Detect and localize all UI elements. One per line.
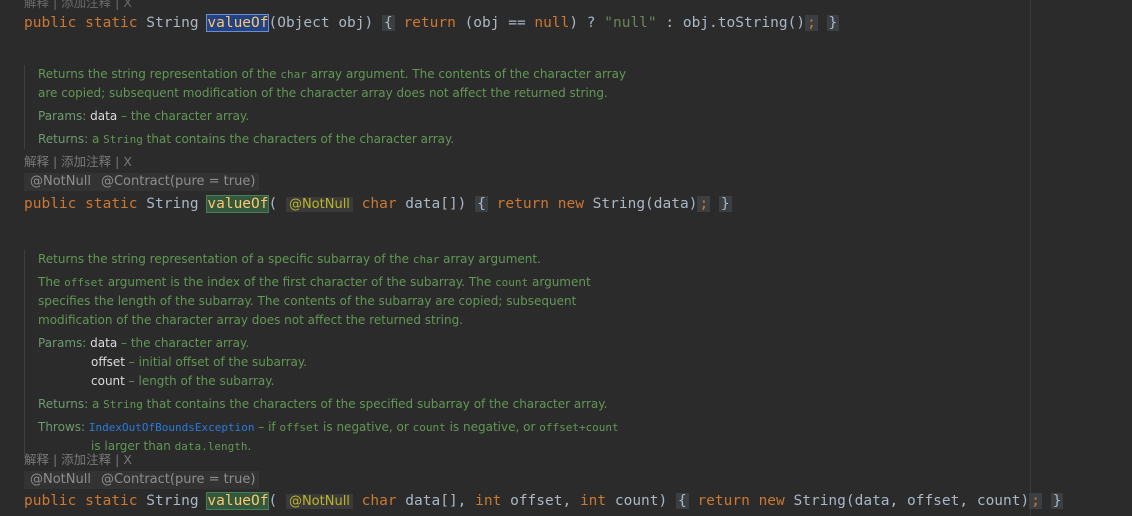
kw-char: char xyxy=(361,493,397,509)
brace-open: { xyxy=(675,493,689,509)
kw-static: static xyxy=(85,196,138,212)
ann-contract: @Contract(pure = true) xyxy=(100,472,256,487)
doc1-returns: Returns: a String that contains the char… xyxy=(38,132,455,146)
semicolon: ; xyxy=(805,15,818,31)
exception-link[interactable]: IndexOutOfBoundsException xyxy=(89,421,255,434)
inlay-hint-top[interactable]: 解释 | 添加注释 | X xyxy=(24,0,132,11)
paren-open: ( xyxy=(268,493,278,509)
kw-return: return xyxy=(697,493,750,509)
code-line-valueof-subarray[interactable]: public static String valueOf( @NotNull c… xyxy=(24,491,1064,512)
inline-ann-notnull: @NotNull xyxy=(285,197,353,212)
brace-open: { xyxy=(381,15,395,31)
expr-tail: String(data, offset, count) xyxy=(784,493,1030,509)
code-line-valueof-chararray[interactable]: public static String valueOf( @NotNull c… xyxy=(24,194,732,215)
doc2-para-line3: modification of the character array does… xyxy=(38,313,464,327)
javadoc-block-1: Returns the string representation of the… xyxy=(24,65,1038,149)
annotation-bar-2: @NotNull @Contract(pure = true) xyxy=(24,471,260,489)
paren-open: ( xyxy=(268,196,278,212)
doc2-line1: Returns the string representation of a s… xyxy=(38,252,541,266)
inlay-hint-1[interactable]: 解释 | 添加注释 | X xyxy=(24,151,132,170)
expr-cond-close: ) ? xyxy=(569,15,605,31)
type-string: String xyxy=(146,493,199,509)
param-count: count) xyxy=(606,493,668,509)
semicolon: ; xyxy=(1029,493,1042,509)
kw-static: static xyxy=(85,15,138,31)
ann-contract: @Contract(pure = true) xyxy=(100,174,256,189)
kw-public: public xyxy=(24,15,77,31)
kw-static: static xyxy=(85,493,138,509)
doc2-para-line1: The offset argument is the index of the … xyxy=(38,275,591,289)
type-string: String xyxy=(146,15,199,31)
kw-int: int xyxy=(579,493,607,509)
kw-return: return xyxy=(496,196,550,212)
inline-ann-notnull: @NotNull xyxy=(285,494,353,509)
doc2-param-count: count – length of the subarray. xyxy=(91,374,275,388)
param-list: (Object obj) xyxy=(268,15,374,31)
string-null: "null" xyxy=(604,15,657,31)
doc2-returns: Returns: a String that contains the char… xyxy=(38,397,608,411)
doc2-throws-line1: Throws: IndexOutOfBoundsException – if o… xyxy=(38,420,619,434)
expr-cond-open: (obj == xyxy=(455,15,535,31)
param-offset: offset, xyxy=(501,493,580,509)
ann-notnull: @NotNull xyxy=(30,472,91,487)
brace-close: } xyxy=(826,15,840,31)
javadoc-block-2: Returns the string representation of a s… xyxy=(24,250,1038,456)
method-valueof-highlighted[interactable]: valueOf xyxy=(206,195,270,213)
doc2-param-offset: offset – initial offset of the subarray. xyxy=(91,355,308,369)
type-string: String xyxy=(146,196,199,212)
kw-new: new xyxy=(557,196,584,212)
kw-char: char xyxy=(361,196,397,212)
doc2-throws-line2: is larger than data.length. xyxy=(91,439,252,453)
doc2-para-line2: specifies the length of the subarray. Th… xyxy=(38,294,577,308)
kw-null: null xyxy=(534,15,570,31)
kw-new: new xyxy=(758,493,785,509)
doc1-line2: are copied; subsequent modification of t… xyxy=(38,86,608,100)
expr-tail: : obj.toString() xyxy=(656,15,806,31)
ann-notnull: @NotNull xyxy=(30,174,91,189)
method-valueof-highlighted[interactable]: valueOf xyxy=(206,492,270,510)
doc1-line1: Returns the string representation of the… xyxy=(38,67,627,81)
annotation-bar-1: @NotNull @Contract(pure = true) xyxy=(24,173,260,191)
semicolon: ; xyxy=(697,196,711,212)
param-data: data[], xyxy=(396,493,476,509)
kw-public: public xyxy=(24,493,77,509)
brace-close: } xyxy=(1050,493,1064,509)
code-line-valueof-object[interactable]: public static String valueOf(Object obj)… xyxy=(24,13,840,33)
expr-tail: String(data) xyxy=(583,196,698,212)
method-valueof-selected[interactable]: valueOf xyxy=(206,14,270,32)
inlay-hint-2[interactable]: 解释 | 添加注释 | X xyxy=(24,449,132,468)
brace-open: { xyxy=(475,196,488,212)
param-data: data[]) xyxy=(396,196,467,212)
brace-close: } xyxy=(718,196,732,212)
doc1-params: Params: data – the character array. xyxy=(38,109,250,123)
kw-int: int xyxy=(475,493,502,509)
kw-return: return xyxy=(403,15,456,31)
doc2-param-data: Params: data – the character array. xyxy=(38,336,250,350)
kw-public: public xyxy=(24,196,77,212)
